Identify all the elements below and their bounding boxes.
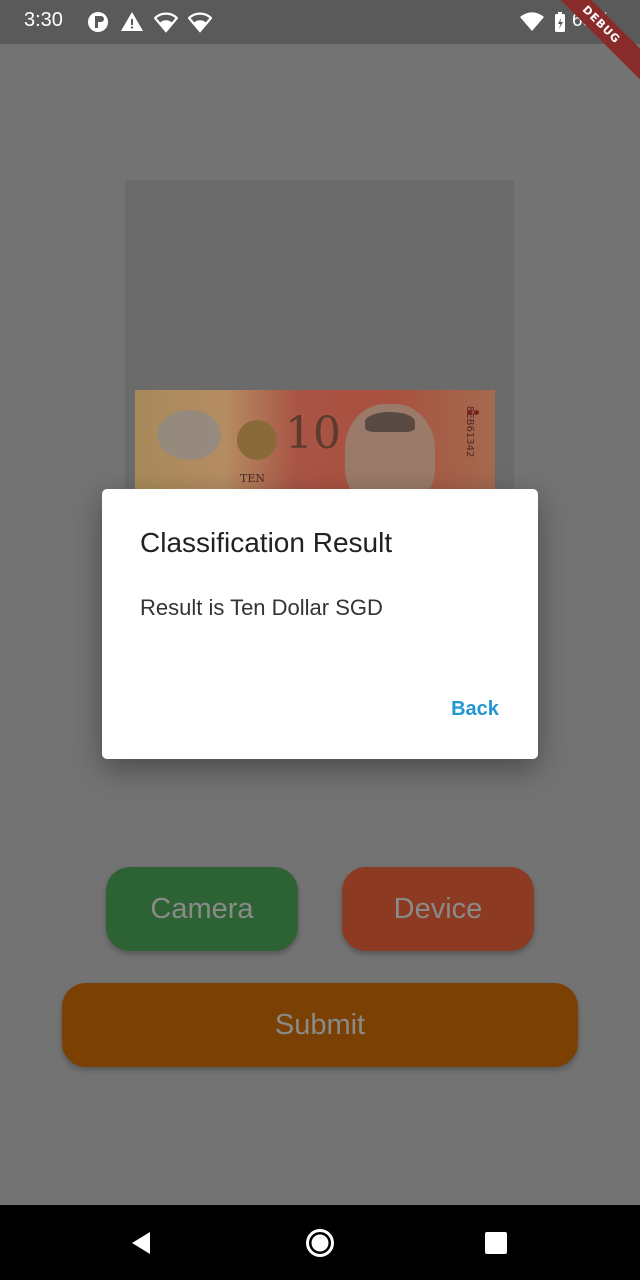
lion-emblem-icon [237,420,277,460]
submit-button[interactable]: Submit [62,983,578,1067]
back-button[interactable]: Back [438,687,512,731]
notification-app-icon [88,12,108,32]
warning-icon [121,12,143,31]
portrait-image [345,404,435,489]
device-button[interactable]: Device [342,867,534,951]
status-time: 3:30 [24,9,63,31]
note-word: TEN [240,472,265,485]
back-icon[interactable] [124,1227,156,1259]
wifi-sync-icon [154,12,178,33]
dialog-title: Classification Result [140,527,393,558]
home-icon[interactable] [304,1227,336,1259]
image-preview: 10 TEN 8EB61342 [125,180,514,489]
wifi-sync-icon-2 [188,12,212,33]
result-dialog: Classification Result Result is Ten Doll… [102,489,538,759]
note-dots [467,400,483,415]
wifi-icon [520,12,544,31]
camera-button[interactable]: Camera [106,867,298,951]
recents-icon[interactable] [480,1227,512,1259]
banknote-image: 10 TEN 8EB61342 [135,390,495,489]
note-numeral: 10 [285,408,341,459]
navigation-bar [0,1205,640,1280]
dialog-content: Result is Ten Dollar SGD [140,595,383,620]
status-bar: 3:30 68% [0,0,640,44]
hologram-icon [157,410,221,460]
battery-icon [555,12,565,32]
